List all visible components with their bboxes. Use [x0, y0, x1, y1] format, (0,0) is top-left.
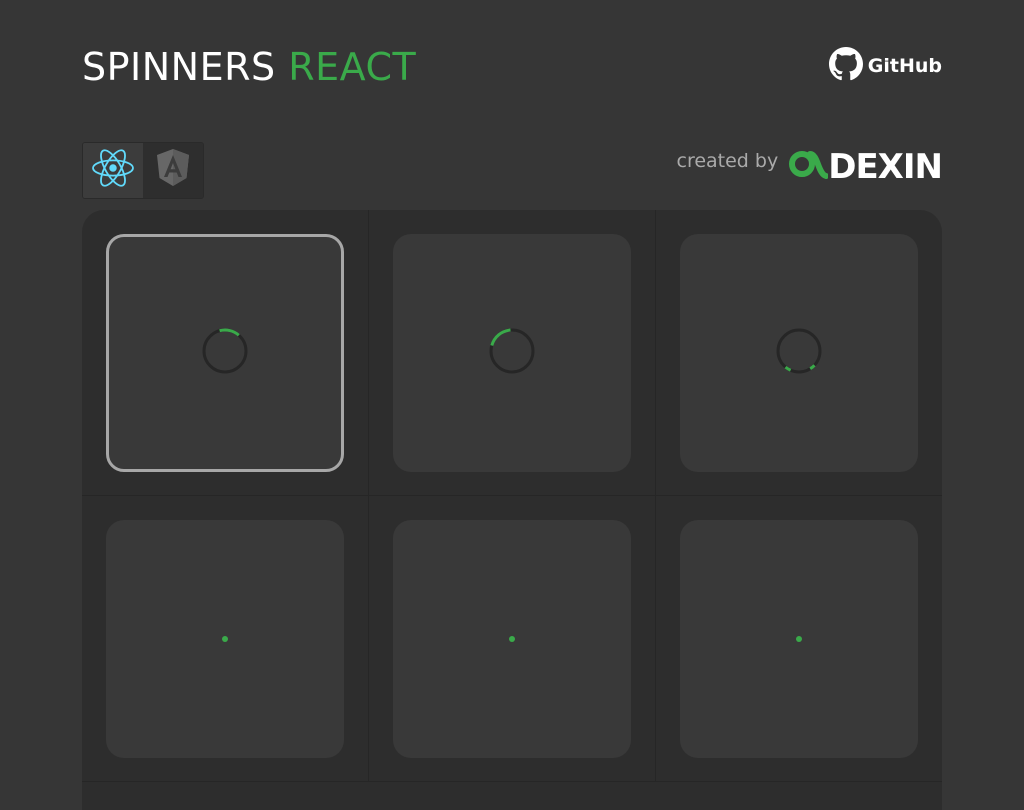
spinner-grid: [82, 210, 942, 810]
spinner-cell: [656, 210, 942, 496]
brand-mark-icon: [788, 146, 830, 187]
dot-spinner-icon: [509, 636, 515, 642]
spinner-cell: [369, 210, 656, 496]
brand-logo[interactable]: DEXIN: [788, 146, 943, 187]
title-main: SPINNERS: [82, 45, 276, 89]
circle-spinner-icon: [201, 327, 249, 380]
react-tab[interactable]: [83, 143, 143, 198]
dot-spinner-icon: [796, 636, 802, 642]
spinner-tile[interactable]: [680, 520, 918, 758]
spinner-cell: [369, 496, 656, 782]
page-title: SPINNERS REACT: [82, 42, 416, 92]
header: SPINNERS REACT GitHub: [82, 42, 942, 92]
framework-switcher: [82, 142, 204, 199]
spinner-tile[interactable]: [680, 234, 918, 472]
brand-text: DEXIN: [828, 146, 943, 187]
title-accent: REACT: [288, 45, 417, 89]
circle-spinner-icon: [488, 327, 536, 380]
created-by: created by DEXIN: [677, 146, 943, 187]
dot-spinner-icon: [222, 636, 228, 642]
created-by-label: created by: [676, 149, 779, 172]
spinner-tile[interactable]: [393, 520, 631, 758]
spinner-cell: [82, 496, 369, 782]
angular-icon: [155, 148, 191, 193]
github-icon: [828, 46, 863, 86]
spinner-cell: [82, 210, 369, 496]
github-label: GitHub: [867, 55, 942, 77]
circle-spinner-icon: [775, 327, 823, 380]
github-link[interactable]: GitHub: [828, 46, 942, 86]
angular-tab[interactable]: [143, 143, 203, 198]
spinner-cell: [656, 496, 942, 782]
spinner-tile[interactable]: [106, 520, 344, 758]
react-icon: [91, 148, 135, 193]
spinner-tile[interactable]: [393, 234, 631, 472]
spinner-tile-selected[interactable]: [106, 234, 344, 472]
